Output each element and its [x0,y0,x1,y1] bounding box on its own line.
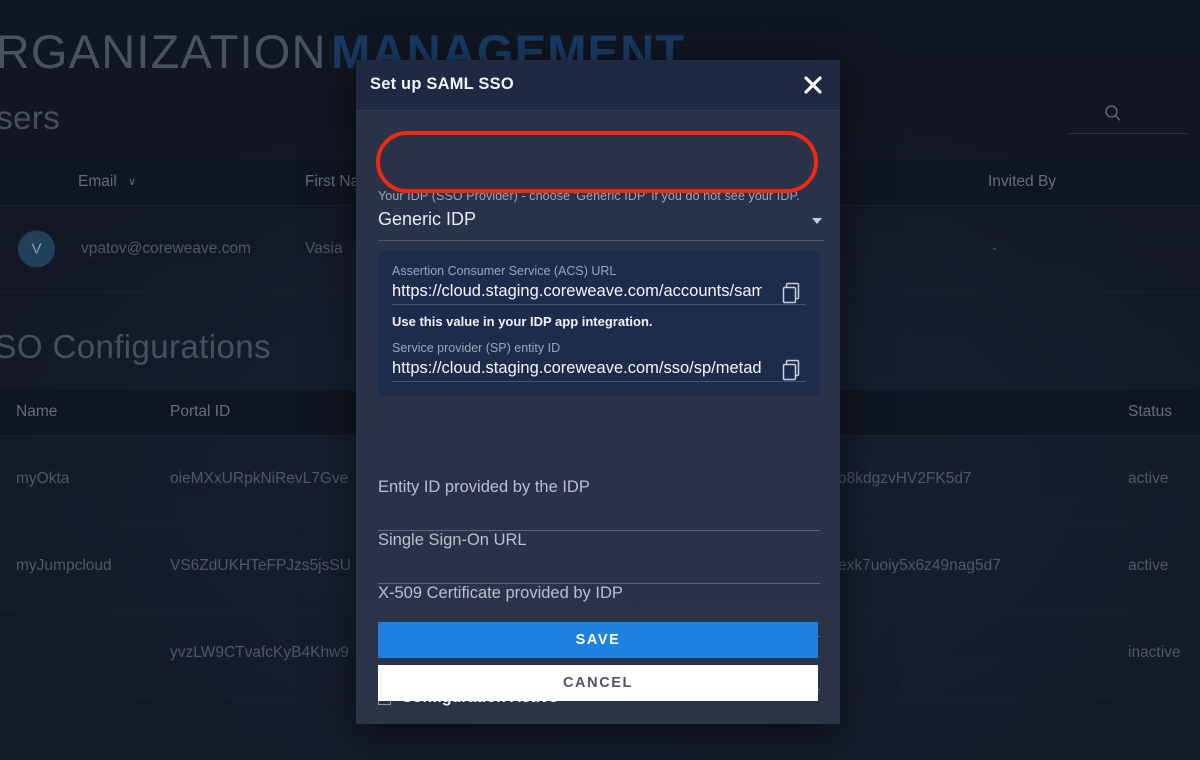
entity-id-input[interactable]: Entity ID provided by the IDP [378,478,820,531]
acs-url-help-text: Use this value in your IDP app integrati… [392,314,806,329]
cancel-button[interactable]: CANCEL [378,665,818,701]
sso-url-placeholder: Single Sign-On URL [378,531,527,549]
acs-url-line: https://cloud.staging.coreweave.com/acco… [392,282,806,305]
sp-entity-id-line: https://cloud.staging.coreweave.com/sso/… [392,359,806,382]
readonly-urls-panel: Assertion Consumer Service (ACS) URL htt… [378,251,820,396]
sp-entity-id-label: Service provider (SP) entity ID [392,341,806,355]
copy-icon[interactable] [780,280,804,306]
copy-icon[interactable] [780,357,804,383]
certificate-placeholder: X-509 Certificate provided by IDP [378,584,623,602]
modal-title: Set up SAML SSO [370,75,514,94]
sso-url-input[interactable]: Single Sign-On URL [378,531,820,584]
idp-select-label: Your IDP (SSO Provider) - choose 'Generi… [378,189,824,203]
acs-url-label: Assertion Consumer Service (ACS) URL [392,264,806,278]
idp-select-group: Your IDP (SSO Provider) - choose 'Generi… [378,189,824,241]
acs-url-field: Assertion Consumer Service (ACS) URL htt… [392,264,806,329]
close-icon[interactable] [798,70,828,100]
modal-header: Set up SAML SSO [356,60,840,111]
entity-id-placeholder: Entity ID provided by the IDP [378,478,590,496]
sp-entity-id-field: Service provider (SP) entity ID https://… [392,341,806,382]
idp-select-value: Generic IDP [378,209,476,229]
saml-form-fields: Entity ID provided by the IDP Single Sig… [378,478,820,690]
chevron-down-icon [812,218,822,224]
sp-entity-id-value: https://cloud.staging.coreweave.com/sso/… [392,359,762,378]
save-button[interactable]: SAVE [378,622,818,658]
saml-sso-modal: Set up SAML SSO Your IDP (SSO Provider) … [356,60,840,724]
idp-select[interactable]: Generic IDP [378,209,824,241]
acs-url-value: https://cloud.staging.coreweave.com/acco… [392,282,762,301]
